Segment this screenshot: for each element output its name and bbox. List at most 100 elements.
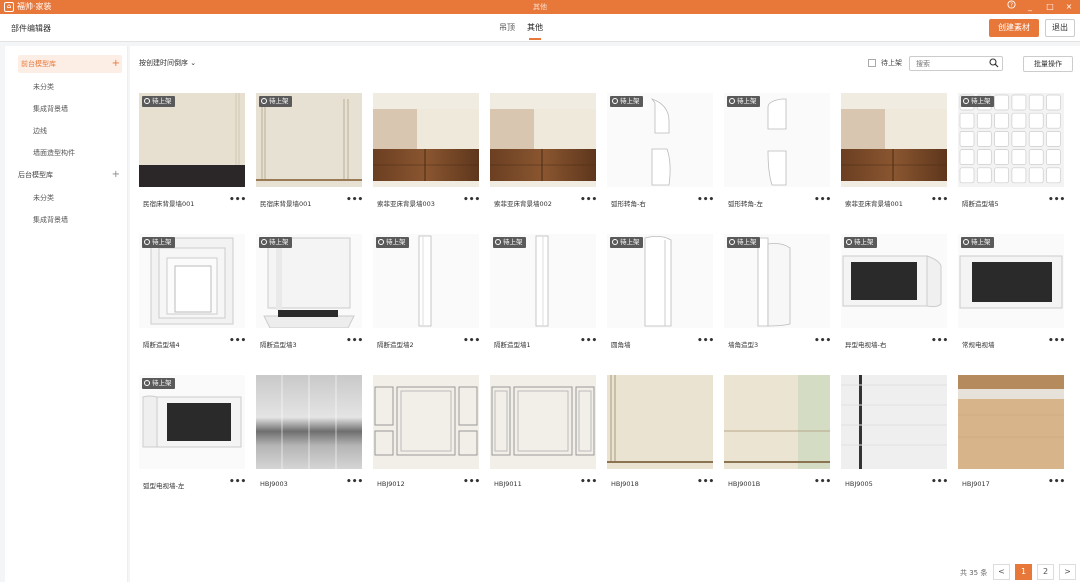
material-thumbnail[interactable]: 待上架 — [256, 93, 362, 187]
material-card[interactable]: 待上架 常规电视墙 ••• — [957, 228, 1067, 356]
sidebar-group-label: 前台模型库 — [21, 60, 56, 68]
next-page-button[interactable]: > — [1059, 564, 1076, 580]
material-thumbnail[interactable]: 待上架 — [490, 234, 596, 328]
material-thumbnail[interactable]: 待上架 — [373, 234, 479, 328]
tab-other[interactable]: 其他 — [527, 22, 543, 40]
material-thumbnail[interactable]: 待上架 — [958, 93, 1064, 187]
material-card[interactable]: HBJ9001B ••• — [723, 369, 833, 497]
add-icon[interactable]: + — [112, 166, 120, 184]
material-thumbnail[interactable]: 待上架 — [607, 93, 713, 187]
more-options-icon[interactable]: ••• — [697, 336, 714, 346]
more-options-icon[interactable]: ••• — [931, 477, 948, 487]
material-thumbnail[interactable] — [841, 375, 947, 469]
create-material-button[interactable]: 创建素材 — [989, 19, 1039, 37]
material-card[interactable]: 待上架 隔断造型墙2 ••• — [372, 228, 482, 356]
material-thumbnail[interactable]: 待上架 — [139, 375, 245, 469]
material-thumbnail[interactable] — [490, 375, 596, 469]
material-card[interactable]: 待上架 异型电视墙-右 ••• — [840, 228, 950, 356]
material-thumbnail[interactable]: 待上架 — [958, 234, 1064, 328]
sidebar-item-edge-lines[interactable]: 边线 — [33, 126, 47, 136]
material-card[interactable]: 待上架 隔断造型墙3 ••• — [255, 228, 365, 356]
material-thumbnail[interactable]: 待上架 — [724, 234, 830, 328]
more-options-icon[interactable]: ••• — [346, 477, 363, 487]
material-card[interactable]: 待上架 隔断造型墙5 ••• — [957, 87, 1067, 215]
more-options-icon[interactable]: ••• — [931, 195, 948, 205]
more-options-icon[interactable]: ••• — [346, 195, 363, 205]
page-button-1[interactable]: 1 — [1015, 564, 1032, 580]
material-thumbnail[interactable] — [373, 93, 479, 187]
material-card[interactable]: 待上架 民宿床背景墙001 ••• — [138, 87, 248, 215]
maximize-button[interactable]: □ — [1040, 0, 1060, 14]
more-options-icon[interactable]: ••• — [697, 477, 714, 487]
more-options-icon[interactable]: ••• — [580, 336, 597, 346]
material-card[interactable]: 待上架 弧型电视墙-左 ••• — [138, 369, 248, 497]
more-options-icon[interactable]: ••• — [814, 477, 831, 487]
material-thumbnail[interactable] — [256, 375, 362, 469]
material-thumbnail[interactable] — [958, 375, 1064, 469]
batch-operation-button[interactable]: 批量操作 — [1023, 56, 1073, 72]
sidebar-group-front-library[interactable]: 前台模型库 + — [18, 55, 122, 73]
material-card[interactable]: HBJ9018 ••• — [606, 369, 716, 497]
more-options-icon[interactable]: ••• — [580, 195, 597, 205]
material-thumbnail[interactable]: 待上架 — [724, 93, 830, 187]
material-card[interactable]: 索菲亚床背景墙002 ••• — [489, 87, 599, 215]
more-options-icon[interactable]: ••• — [229, 195, 246, 205]
sort-dropdown[interactable]: 按创建时间倒序 ⌄ — [139, 58, 196, 68]
more-options-icon[interactable]: ••• — [697, 195, 714, 205]
more-options-icon[interactable]: ••• — [814, 195, 831, 205]
add-icon[interactable]: + — [112, 55, 120, 73]
material-thumbnail[interactable]: 待上架 — [841, 234, 947, 328]
more-options-icon[interactable]: ••• — [1048, 195, 1065, 205]
material-card[interactable]: HBJ9012 ••• — [372, 369, 482, 497]
more-options-icon[interactable]: ••• — [346, 336, 363, 346]
more-options-icon[interactable]: ••• — [814, 336, 831, 346]
tab-ceiling[interactable]: 吊顶 — [499, 22, 515, 34]
pending-filter-checkbox[interactable] — [868, 59, 876, 67]
more-options-icon[interactable]: ••• — [229, 336, 246, 346]
sidebar-group-back-library[interactable]: 后台模型库 + — [18, 166, 122, 184]
material-card[interactable]: 待上架 圆角墙 ••• — [606, 228, 716, 356]
sidebar-item-wall-components[interactable]: 墙面造型构件 — [33, 148, 75, 158]
material-card[interactable]: 待上架 墙角造型3 ••• — [723, 228, 833, 356]
page-button-2[interactable]: 2 — [1037, 564, 1054, 580]
material-card[interactable]: 索菲亚床背景墙003 ••• — [372, 87, 482, 215]
material-thumbnail[interactable]: 待上架 — [607, 234, 713, 328]
more-options-icon[interactable]: ••• — [463, 336, 480, 346]
material-thumbnail[interactable] — [724, 375, 830, 469]
material-thumbnail[interactable] — [841, 93, 947, 187]
prev-page-button[interactable]: < — [993, 564, 1010, 580]
search-icon[interactable] — [989, 58, 999, 68]
help-circle-icon[interactable]: ? — [1001, 0, 1021, 14]
sidebar-item-integrated-wall-back[interactable]: 集成背景墙 — [33, 215, 68, 225]
material-card[interactable]: 待上架 隔断造型墙1 ••• — [489, 228, 599, 356]
more-options-icon[interactable]: ••• — [463, 195, 480, 205]
material-thumbnail[interactable] — [607, 375, 713, 469]
material-card[interactable]: 索菲亚床背景墙001 ••• — [840, 87, 950, 215]
more-options-icon[interactable]: ••• — [1048, 477, 1065, 487]
material-card[interactable]: 待上架 弧形转角-右 ••• — [606, 87, 716, 215]
material-thumbnail[interactable]: 待上架 — [139, 234, 245, 328]
more-options-icon[interactable]: ••• — [229, 477, 246, 487]
sidebar-item-uncategorized[interactable]: 未分类 — [33, 82, 54, 92]
material-card[interactable]: 待上架 民宿床背景墙001 ••• — [255, 87, 365, 215]
exit-button[interactable]: 退出 — [1045, 19, 1075, 37]
more-options-icon[interactable]: ••• — [931, 336, 948, 346]
more-options-icon[interactable]: ••• — [463, 477, 480, 487]
pending-badge: 待上架 — [610, 96, 643, 107]
material-thumbnail[interactable] — [490, 93, 596, 187]
material-card[interactable]: 待上架 弧形转角-左 ••• — [723, 87, 833, 215]
minimize-button[interactable]: _ — [1020, 0, 1040, 14]
material-card[interactable]: HBJ9011 ••• — [489, 369, 599, 497]
material-card[interactable]: HBJ9003 ••• — [255, 369, 365, 497]
material-card[interactable]: 待上架 隔断造型墙4 ••• — [138, 228, 248, 356]
material-thumbnail[interactable]: 待上架 — [256, 234, 362, 328]
close-button[interactable]: × — [1059, 0, 1079, 14]
more-options-icon[interactable]: ••• — [1048, 336, 1065, 346]
material-thumbnail[interactable] — [373, 375, 479, 469]
material-card[interactable]: HBJ9017 ••• — [957, 369, 1067, 497]
material-thumbnail[interactable]: 待上架 — [139, 93, 245, 187]
sidebar-item-uncategorized-back[interactable]: 未分类 — [33, 193, 54, 203]
sidebar-item-integrated-wall[interactable]: 集成背景墙 — [33, 104, 68, 114]
material-card[interactable]: HBJ9005 ••• — [840, 369, 950, 497]
more-options-icon[interactable]: ••• — [580, 477, 597, 487]
